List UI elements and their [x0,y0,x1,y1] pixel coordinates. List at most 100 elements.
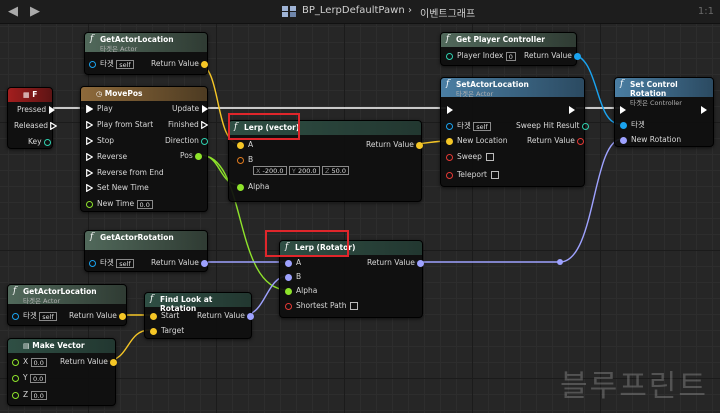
b-x-field[interactable]: X -200.0 [253,165,287,175]
rotator-pin-icon[interactable] [285,273,292,281]
node-title: MovePos [104,89,143,98]
node-key-f[interactable]: ▦ F Pressed Released Key [7,87,58,149]
pin-label: B [248,155,254,164]
float-pin-icon[interactable] [12,358,19,366]
teleport-checkbox[interactable] [491,171,499,179]
bool-pin-icon[interactable] [577,137,585,145]
rotator-pin-icon[interactable] [620,136,627,144]
float-pin-icon[interactable] [12,374,19,382]
sweep-checkbox[interactable] [485,153,494,161]
float-pin-icon[interactable] [86,200,93,208]
pin-label: Pressed [17,105,47,114]
target-self-field[interactable]: self [116,59,134,69]
pin-label: Target [161,326,185,335]
vector-pin-icon[interactable] [237,141,244,149]
pin-label: 타겟 [23,311,37,320]
exec-pin-icon[interactable] [569,106,575,114]
struct-pin-icon[interactable] [44,138,51,146]
float-pin-icon[interactable] [237,183,244,191]
target-self-field[interactable]: self [39,311,57,321]
rotator-pin-icon[interactable] [417,259,425,267]
bool-pin-icon[interactable] [285,302,292,310]
x-field[interactable]: 0.0 [30,357,47,367]
exec-pin-icon[interactable] [86,121,93,129]
rotator-pin-icon[interactable] [285,259,292,267]
float-pin-icon[interactable] [285,287,292,295]
z-field[interactable]: 0.0 [30,390,47,400]
vector-pin-icon[interactable] [446,137,453,145]
exec-pin-icon[interactable] [447,106,453,114]
object-pin-icon[interactable] [446,122,453,130]
bool-pin-icon[interactable] [446,153,453,161]
vector-pin-icon[interactable] [150,312,157,320]
exec-pin-icon[interactable] [620,106,626,114]
watermark-text: 블루프린트 [560,369,708,404]
node-find-look-at-rotation[interactable]: f Find Look at Rotation Start Target Retu… [144,292,255,339]
pin-label: Direction [165,136,199,145]
object-pin-icon[interactable] [12,312,19,320]
node-get-actor-location-1[interactable]: f GetActorLocation 타겟은 Actor 타겟 self Retur… [84,32,209,75]
pin-label: New Time [97,199,135,208]
vector-pin-icon[interactable] [110,358,118,366]
pin-label: New Rotation [631,135,682,144]
object-pin-icon[interactable] [89,259,96,267]
new-time-field[interactable]: 0.0 [136,199,153,209]
shortest-path-checkbox[interactable] [350,302,359,310]
exec-pin-icon[interactable] [86,184,93,192]
breadcrumb-graph[interactable]: 이벤트그래프 [420,5,475,20]
pin-label: 타겟 [100,258,114,267]
enum-pin-icon[interactable] [201,137,209,145]
vector-pin-icon[interactable] [119,312,127,320]
target-self-field[interactable]: self [473,121,491,131]
b-y-field[interactable]: Y 200.0 [288,165,320,175]
pin-label: Return Value [366,140,414,149]
pin-label: B [296,272,302,281]
int-pin-icon[interactable] [446,52,453,60]
struct-pin-icon[interactable] [581,122,589,130]
pin-label: Return Value [151,59,199,68]
object-pin-icon[interactable] [574,52,582,60]
rotator-pin-icon[interactable] [201,259,209,267]
pin-label: Return Value [367,258,415,267]
float-pin-icon[interactable] [195,152,203,160]
node-get-player-controller[interactable]: f Get Player Controller Player Index 0 Re… [440,32,582,66]
vector-pin-icon[interactable] [237,156,244,164]
vector-pin-icon[interactable] [416,141,424,149]
exec-pin-icon[interactable] [701,106,707,114]
vector-pin-icon[interactable] [150,327,157,335]
float-pin-icon[interactable] [12,391,19,399]
pin-label: Teleport [457,170,487,179]
exec-pin-icon[interactable] [86,105,93,113]
back-arrow-icon[interactable]: ◀ [8,4,18,19]
b-z-field[interactable]: Z 50.0 [321,165,349,175]
exec-pin-icon[interactable] [48,106,55,114]
function-icon: f [446,34,450,44]
node-set-actor-location[interactable]: f SetActorLocation 타겟은 Actor 타겟 self New L… [440,77,589,187]
node-get-actor-location-2[interactable]: f GetActorLocation 타겟은 Actor 타겟 self Retur… [7,284,127,326]
node-subtitle: 타겟은 Actor [456,90,494,98]
breadcrumb-blueprint[interactable]: BP_LerpDefaultPawn [302,5,405,16]
exec-pin-icon[interactable] [86,137,93,145]
exec-pin-icon[interactable] [86,153,93,161]
y-field[interactable]: 0.0 [29,373,47,383]
forward-arrow-icon[interactable]: ▶ [30,4,40,19]
bool-pin-icon[interactable] [446,171,453,179]
node-movepos-timeline[interactable]: ◷ MovePos Play Play from Start Stop Reve… [80,86,209,212]
pin-label: Shortest Path [296,301,347,310]
pin-label: Sweep Hit Result [516,121,580,130]
target-self-field[interactable]: self [116,258,134,268]
node-set-control-rotation[interactable]: f Set Control Rotation 타겟은 Controller 타겟 N… [614,77,714,147]
node-subtitle: 타겟은 Actor [23,297,61,305]
exec-pin-icon[interactable] [50,122,58,130]
node-make-vector[interactable]: ▤ Make Vector X 0.0 Y 0.0 Z 0.0 Return V… [7,338,118,406]
node-get-actor-rotation[interactable]: f GetActorRotation 타겟 self Return Value [84,230,209,272]
object-pin-icon[interactable] [620,121,627,129]
object-pin-icon[interactable] [89,60,96,68]
exec-pin-icon[interactable] [201,105,208,113]
exec-pin-icon[interactable] [86,169,93,177]
vector-pin-icon[interactable] [201,60,209,68]
exec-pin-icon[interactable] [201,121,209,129]
rotator-pin-icon[interactable] [247,312,255,320]
pin-label: X [23,357,29,366]
player-index-field[interactable]: 0 [505,51,516,61]
